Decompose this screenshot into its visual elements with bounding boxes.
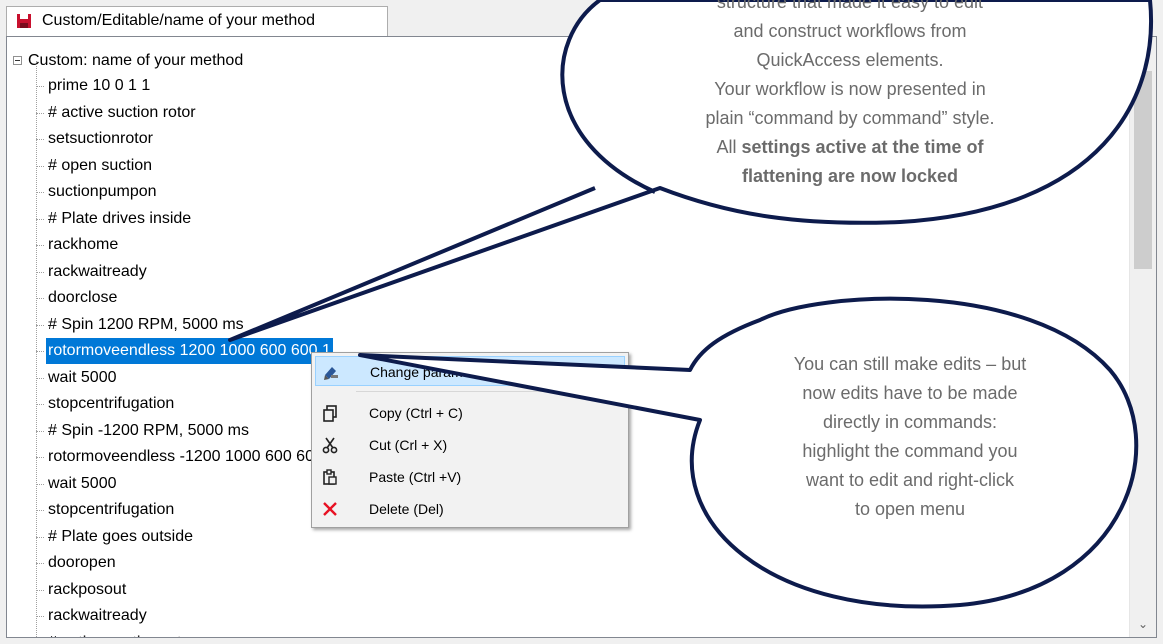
tree-root-label: Custom: name of your method xyxy=(28,52,244,69)
callout-line: directly in commands: xyxy=(822,412,998,432)
tree-connector-branch xyxy=(36,589,44,591)
tree-item-label: rotormoveendless -1200 1000 600 600 1 xyxy=(48,448,337,465)
copy-icon xyxy=(323,405,337,422)
scroll-up-icon[interactable]: ⌃ xyxy=(1130,37,1156,63)
tree-item-label: suctionpumpon xyxy=(48,183,157,200)
tree-connector-branch xyxy=(36,139,44,140)
menu-item-label: Paste (Ctrl +V) xyxy=(369,469,462,485)
scroll-thumb[interactable] xyxy=(1134,71,1152,269)
callout-line: Your workflow is now presented in xyxy=(714,79,986,99)
menu-separator xyxy=(356,391,624,392)
tree-connector xyxy=(36,61,37,637)
collapse-icon[interactable] xyxy=(13,56,22,65)
tree-item-label: stopcentrifugation xyxy=(48,501,175,518)
document-tab[interactable]: Custom/Editable/name of your method xyxy=(6,6,388,36)
callout-line: plain “command by command” style. xyxy=(705,108,995,128)
tree-item-label: setsuctionrotor xyxy=(48,130,153,147)
callout-line: want to edit and right-click xyxy=(805,470,1015,490)
tree-item-label: rackposout xyxy=(48,580,127,598)
tree-item-label: # Plate goes outside xyxy=(48,527,193,545)
tree-item-label: # Spin -1200 RPM, 5000 ms xyxy=(48,421,249,439)
tree-item-label: # open suction xyxy=(48,156,153,174)
tree-connector-branch xyxy=(36,563,44,564)
menu-item-label: Delete (Del) xyxy=(369,501,444,517)
tree-item-label: doorclose xyxy=(48,289,118,306)
callout-bottom-text: You can still make edits – but now edits… xyxy=(700,350,1120,524)
tree-connector-branch xyxy=(36,457,44,458)
menu-item-paste[interactable]: Paste (Ctrl +V) xyxy=(315,462,625,492)
tree-connector-branch xyxy=(36,377,44,379)
tree-connector-branch xyxy=(36,483,44,485)
tree-connector-branch xyxy=(36,536,44,538)
menu-item-change-parameter[interactable]: Change parameter xyxy=(315,356,625,386)
tree-item-label: rackhome xyxy=(48,236,119,253)
menu-item-copy[interactable]: Copy (Ctrl + C) xyxy=(315,398,625,428)
menu-item-delete[interactable]: Delete (Del) xyxy=(315,494,625,524)
scroll-down-icon[interactable]: ⌄ xyxy=(1130,611,1156,637)
vertical-scrollbar[interactable]: ⌃ ⌄ xyxy=(1129,37,1156,637)
callout-line: highlight the command you xyxy=(802,441,1018,461)
tree-connector-branch xyxy=(36,165,44,167)
tree-item-label: stopcentrifugation xyxy=(48,395,175,412)
tree-item-label: rackwaitready xyxy=(48,262,147,280)
tree-connector-branch xyxy=(36,245,44,246)
tree-connector-branch xyxy=(36,324,44,326)
tree-connector-branch xyxy=(36,271,44,273)
tab-title: Custom/Editable/name of your method xyxy=(42,12,316,29)
tree-connector-branch xyxy=(36,616,44,617)
tree-connector-branch xyxy=(36,430,44,432)
callout-line: and construct workflows from xyxy=(733,21,967,41)
menu-item-label: Cut (Crl + X) xyxy=(369,437,448,453)
callout-line: All settings active at the time of xyxy=(640,133,1060,162)
callout-line: QuickAccess elements. xyxy=(756,50,944,70)
tree-item-label: rotormoveendless 1200 1000 600 600 1 xyxy=(46,338,333,364)
callout-line: You can still make edits – but xyxy=(793,354,1027,374)
tree-item-label: wait 5000 xyxy=(48,474,117,492)
tree-connector-branch xyxy=(36,112,44,114)
tree-item-label: # active suction rotor xyxy=(48,103,196,121)
callout-line: now edits have to be made xyxy=(802,383,1018,403)
tree-connector-branch xyxy=(36,86,44,87)
tree-connector-branch xyxy=(36,218,44,220)
menu-item-label: Change parameter xyxy=(370,364,487,380)
tree-item-label: # active suction rotor xyxy=(46,630,198,638)
callout-line-bold: settings active at the time of xyxy=(741,137,984,157)
menu-item-label: Copy (Ctrl + C) xyxy=(369,405,463,421)
tree-item-label: # Plate drives inside xyxy=(48,209,192,227)
save-icon xyxy=(17,14,31,28)
tree-item-label: # Spin 1200 RPM, 5000 ms xyxy=(48,315,244,333)
tree-connector-branch xyxy=(36,192,44,193)
callout-line-bold: flattening are now locked xyxy=(741,166,959,186)
delete-x-icon xyxy=(323,502,337,516)
tree-connector-branch xyxy=(36,298,44,299)
tree-item-label: prime 10 0 1 1 xyxy=(48,77,151,94)
context-menu: Change parameter Copy (Ctrl + C) Cut (Cr… xyxy=(311,352,629,528)
tree-item-label: rackwaitready xyxy=(48,607,147,624)
scissors-icon xyxy=(322,437,338,454)
callout-top-text: structure that made it easy to edit and … xyxy=(640,0,1060,191)
tree-connector-branch xyxy=(36,404,44,405)
callout-line-prefix: All xyxy=(716,137,742,157)
tree-connector-branch xyxy=(36,351,44,352)
tree-item-label: wait 5000 xyxy=(48,368,117,386)
menu-item-cut[interactable]: Cut (Crl + X) xyxy=(315,430,625,460)
tree-connector-branch xyxy=(36,510,44,511)
callout-line: structure that made it easy to edit xyxy=(716,0,984,12)
callout-line: to open menu xyxy=(854,499,966,519)
tree-item-label: dooropen xyxy=(48,554,116,571)
edit-parameter-icon xyxy=(324,367,338,380)
paste-icon xyxy=(323,469,337,485)
